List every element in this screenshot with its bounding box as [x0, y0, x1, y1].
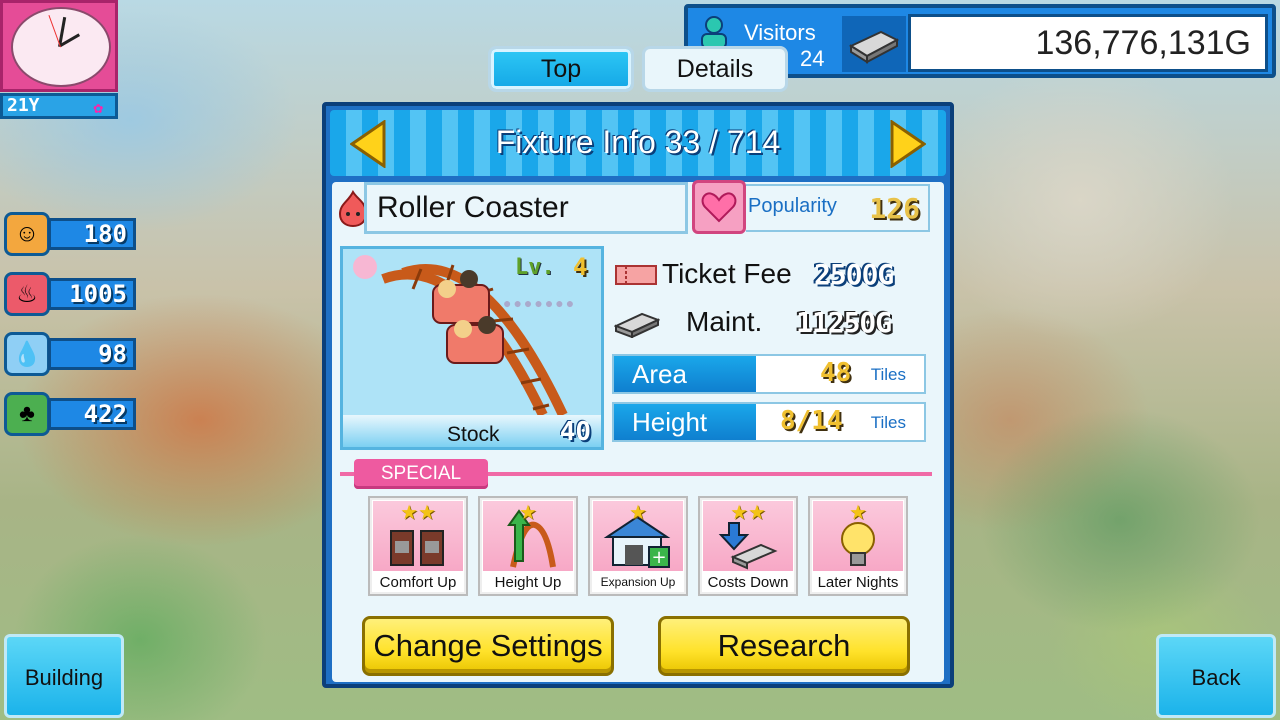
stat-excitement: ♨ 1005	[4, 270, 136, 316]
ticket-icon	[615, 265, 657, 285]
level-label: Lv.	[515, 255, 555, 280]
level-progress-dots: ●●●●●●●	[503, 295, 577, 311]
visitors-count: 24	[800, 46, 825, 71]
popularity-box: Popularity 126	[746, 184, 930, 232]
stat-value: 180	[48, 218, 136, 250]
heart-icon	[701, 192, 737, 223]
height-value: 8/14	[780, 406, 843, 436]
skill-height-up[interactable]: ★ Height Up	[478, 496, 578, 596]
fixture-name: Roller Coaster	[364, 182, 688, 234]
next-arrow-icon[interactable]	[890, 120, 926, 168]
star-rating: ★	[849, 502, 867, 524]
flower-icon	[353, 255, 377, 279]
level-value: 4	[573, 253, 588, 281]
year-indicator: 21Y ✿	[0, 93, 118, 119]
clock-widget	[0, 0, 118, 92]
stat-value: 422	[48, 398, 136, 430]
area-row: Area 48 Tiles	[612, 354, 926, 394]
skill-label: Later Nights	[817, 574, 899, 591]
stat-water: 💧 98	[4, 330, 136, 376]
title-bar: Fixture Info 33 / 714	[330, 110, 946, 176]
fixture-image-panel: Lv. 4 ●●●●●●● Stock 40	[340, 246, 604, 450]
special-tag: SPECIAL	[354, 459, 488, 489]
building-button[interactable]: Building	[4, 634, 124, 718]
height-label: Height	[614, 404, 756, 440]
stat-value: 1005	[48, 278, 136, 310]
visitor-icon	[701, 16, 727, 49]
money-display: 136,776,131G	[908, 14, 1268, 72]
flower-icon: ✿	[93, 98, 103, 117]
dialog-title: Fixture Info 33 / 714	[495, 124, 781, 160]
stat-value: 98	[48, 338, 136, 370]
skill-costs-down[interactable]: ★★ Costs Down	[698, 496, 798, 596]
skill-comfort-up[interactable]: ★★ Comfort Up	[368, 496, 468, 596]
clover-icon: ♣	[4, 392, 50, 436]
change-settings-button[interactable]: Change Settings	[362, 616, 614, 676]
year-label: 21Y	[7, 95, 40, 116]
maintenance-value: 11250G	[796, 306, 892, 339]
tab-top[interactable]: Top	[488, 46, 634, 92]
height-row: Height 8/14 Tiles	[612, 402, 926, 442]
roller-coaster-image	[353, 255, 568, 415]
star-rating: ★	[519, 502, 537, 524]
ticket-fee-value: 2500G	[814, 258, 894, 291]
clock-icon	[11, 7, 111, 87]
ticket-fee-label: Ticket Fee	[662, 258, 792, 289]
skill-label: Costs Down	[707, 574, 789, 591]
stat-nature: ♣ 422	[4, 390, 136, 436]
maintenance-label: Maint.	[686, 306, 763, 337]
star-rating: ★★	[730, 502, 766, 524]
star-rating: ★	[629, 502, 647, 524]
stock-value: 40	[559, 417, 591, 447]
visitors-label: Visitors	[744, 20, 816, 45]
area-value: 48	[820, 358, 852, 388]
stock-bar: Stock 40	[343, 415, 601, 447]
popularity-label: Popularity	[748, 195, 837, 217]
fire-face-icon: ♨	[4, 272, 50, 316]
skill-label: Comfort Up	[379, 574, 457, 591]
skill-later-nights[interactable]: ★ Later Nights	[808, 496, 908, 596]
back-button[interactable]: Back	[1156, 634, 1276, 718]
stat-happiness: ☺ 180	[4, 210, 136, 256]
water-drop-icon: 💧	[4, 332, 50, 376]
money-icon	[614, 312, 660, 338]
area-label: Area	[614, 356, 756, 392]
favorite-button[interactable]	[692, 180, 746, 234]
stock-label: Stock	[447, 423, 500, 446]
star-rating: ★★	[400, 502, 436, 524]
skill-label: Expansion Up	[600, 575, 676, 589]
skill-expansion-up[interactable]: + ★ Expansion Up	[588, 496, 688, 596]
popularity-value: 126	[869, 192, 920, 225]
area-unit: Tiles	[870, 365, 906, 384]
height-unit: Tiles	[870, 413, 906, 432]
svg-text:+: +	[651, 547, 666, 568]
tab-details[interactable]: Details	[642, 46, 788, 92]
money-icon	[842, 16, 906, 72]
research-button[interactable]: Research	[658, 616, 910, 676]
skill-label: Height Up	[494, 574, 562, 591]
smiley-icon: ☺	[4, 212, 50, 256]
